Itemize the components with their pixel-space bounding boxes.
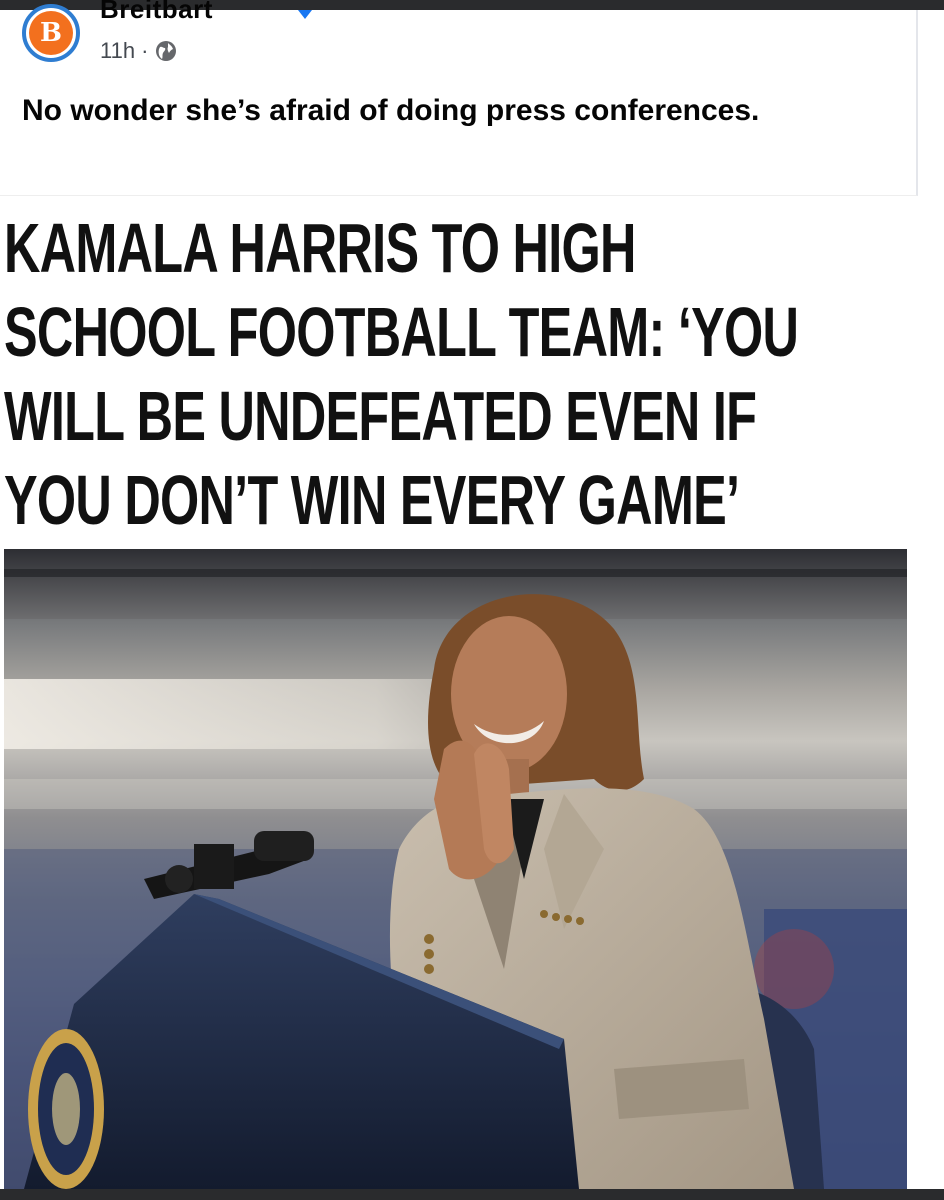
article-photo[interactable]	[4, 549, 907, 1189]
avatar-letter: B	[40, 18, 62, 48]
facebook-post-card: B Breitbart 11h · No wonder she’s afraid…	[0, 0, 918, 196]
right-gutter	[907, 549, 944, 1189]
photo-illustration	[4, 549, 907, 1189]
headline-line: YOU DON’T WIN EVERY GAME’	[4, 461, 740, 539]
headline-line: KAMALA HARRIS TO HIGH	[4, 209, 636, 287]
headline-line: SCHOOL FOOTBALL TEAM: ‘YOU	[4, 293, 799, 371]
post-caption: No wonder she’s afraid of doing press co…	[22, 94, 760, 127]
verified-badge-icon	[298, 10, 312, 19]
headline-line: WILL BE UNDEFEATED EVEN IF	[4, 377, 757, 455]
globe-icon	[156, 41, 177, 61]
avatar-logo: B	[29, 11, 73, 55]
meta-separator: ·	[141, 38, 149, 63]
article-headline: KAMALA HARRIS TO HIGH SCHOOL FOOTBALL TE…	[4, 206, 911, 542]
post-meta: 11h ·	[100, 38, 178, 64]
page-avatar[interactable]: B	[22, 4, 80, 62]
bottom-status-bar	[0, 1189, 944, 1200]
page-name-link[interactable]: Breitbart	[100, 0, 213, 22]
post-timestamp[interactable]: 11h	[100, 38, 135, 64]
